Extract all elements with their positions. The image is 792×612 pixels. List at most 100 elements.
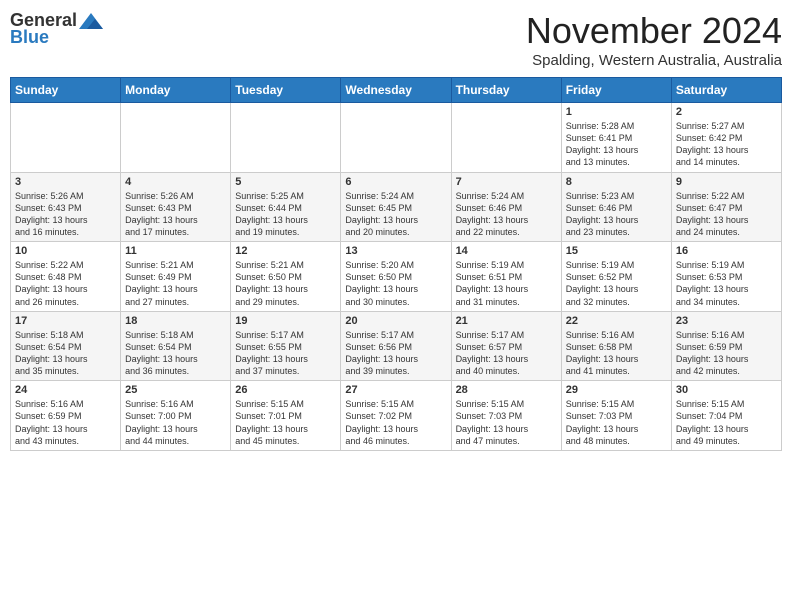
calendar-cell: 27 Sunrise: 5:15 AM Sunset: 7:02 PM Dayli… xyxy=(341,381,451,451)
day-info: Sunrise: 5:26 AM Sunset: 6:43 PM Dayligh… xyxy=(15,190,116,239)
calendar-cell xyxy=(121,103,231,173)
calendar-cell: 28 Sunrise: 5:15 AM Sunset: 7:03 PM Dayli… xyxy=(451,381,561,451)
day-number: 6 xyxy=(345,176,446,188)
day-number: 9 xyxy=(676,176,777,188)
day-number: 5 xyxy=(235,176,336,188)
day-info: Sunrise: 5:16 AM Sunset: 6:59 PM Dayligh… xyxy=(676,329,777,378)
calendar-cell: 6Sunrise: 5:24 AM Sunset: 6:45 PM Daylig… xyxy=(341,172,451,242)
calendar-cell: 17Sunrise: 5:18 AM Sunset: 6:54 PM Dayli… xyxy=(11,311,121,381)
day-number: 2 xyxy=(676,106,777,118)
calendar-cell: 16 Sunrise: 5:19 AM Sunset: 6:53 PM Dayli… xyxy=(671,242,781,312)
calendar-cell: 8 Sunrise: 5:23 AM Sunset: 6:46 PM Daylig… xyxy=(561,172,671,242)
day-info: Sunrise: 5:19 AM Sunset: 6:53 PM Dayligh… xyxy=(676,259,777,308)
calendar-week-row: 17 Sunrise: 5:18 AM Sunset: 6:54 PM Dayli… xyxy=(11,311,782,381)
day-info: Sunrise: 5:15 AM Sunset: 7:02 PM Dayligh… xyxy=(345,398,446,447)
calendar-cell: 2 Sunrise: 5:27 AM Sunset: 6:42 PM Daylig… xyxy=(671,103,781,173)
logo-blue-text: Blue xyxy=(10,27,49,48)
calendar-cell: 29Sunrise: 5:15 AM Sunset: 7:03 PM Dayli… xyxy=(561,381,671,451)
day-number: 11 xyxy=(125,245,226,257)
day-info: Sunrise: 5:15 AM Sunset: 7:01 PM Dayligh… xyxy=(235,398,336,447)
calendar-table: SundayMondayTuesdayWednesdayThursdayFrid… xyxy=(10,77,782,451)
calendar-week-row: 24 Sunrise: 5:16 AM Sunset: 6:59 PM Dayli… xyxy=(11,381,782,451)
calendar-cell: 22 Sunrise: 5:16 AM Sunset: 6:58 PM Dayli… xyxy=(561,311,671,381)
calendar-cell xyxy=(11,103,121,173)
day-info: Sunrise: 5:16 AM Sunset: 7:00 PM Dayligh… xyxy=(125,398,226,447)
day-info: Sunrise: 5:18 AM Sunset: 6:54 PM Dayligh… xyxy=(125,329,226,378)
day-number: 12 xyxy=(235,245,336,257)
calendar-cell: 12 Sunrise: 5:21 AM Sunset: 6:50 PM Dayli… xyxy=(231,242,341,312)
logo: General Blue xyxy=(10,10,103,48)
day-info: Sunrise: 5:17 AM Sunset: 6:57 PM Dayligh… xyxy=(456,329,557,378)
day-info: Sunrise: 5:17 AM Sunset: 6:55 PM Dayligh… xyxy=(235,329,336,378)
day-number: 15 xyxy=(566,245,667,257)
calendar-week-row: 1Sunrise: 5:28 AM Sunset: 6:41 PM Daylig… xyxy=(11,103,782,173)
column-header-tuesday: Tuesday xyxy=(231,78,341,103)
day-number: 3 xyxy=(15,176,116,188)
calendar-cell: 4 Sunrise: 5:26 AM Sunset: 6:43 PM Daylig… xyxy=(121,172,231,242)
day-number: 10 xyxy=(15,245,116,257)
day-number: 14 xyxy=(456,245,557,257)
calendar-cell: 5 Sunrise: 5:25 AM Sunset: 6:44 PM Daylig… xyxy=(231,172,341,242)
page-header: General Blue November 2024 Spalding, Wes… xyxy=(10,10,782,69)
day-info: Sunrise: 5:16 AM Sunset: 6:58 PM Dayligh… xyxy=(566,329,667,378)
day-number: 19 xyxy=(235,315,336,327)
day-number: 17 xyxy=(15,315,116,327)
day-number: 8 xyxy=(566,176,667,188)
calendar-header-row: SundayMondayTuesdayWednesdayThursdayFrid… xyxy=(11,78,782,103)
calendar-cell: 24 Sunrise: 5:16 AM Sunset: 6:59 PM Dayli… xyxy=(11,381,121,451)
day-number: 30 xyxy=(676,384,777,396)
day-number: 20 xyxy=(345,315,446,327)
day-number: 27 xyxy=(345,384,446,396)
day-number: 23 xyxy=(676,315,777,327)
day-number: 7 xyxy=(456,176,557,188)
day-info: Sunrise: 5:15 AM Sunset: 7:04 PM Dayligh… xyxy=(676,398,777,447)
column-header-saturday: Saturday xyxy=(671,78,781,103)
day-info: Sunrise: 5:24 AM Sunset: 6:46 PM Dayligh… xyxy=(456,190,557,239)
day-number: 29 xyxy=(566,384,667,396)
day-info: Sunrise: 5:19 AM Sunset: 6:51 PM Dayligh… xyxy=(456,259,557,308)
day-info: Sunrise: 5:22 AM Sunset: 6:48 PM Dayligh… xyxy=(15,259,116,308)
month-title: November 2024 xyxy=(526,10,782,52)
calendar-cell: 30 Sunrise: 5:15 AM Sunset: 7:04 PM Dayli… xyxy=(671,381,781,451)
calendar-week-row: 3 Sunrise: 5:26 AM Sunset: 6:43 PM Daylig… xyxy=(11,172,782,242)
calendar-cell: 1Sunrise: 5:28 AM Sunset: 6:41 PM Daylig… xyxy=(561,103,671,173)
calendar-cell: 15 Sunrise: 5:19 AM Sunset: 6:52 PM Dayli… xyxy=(561,242,671,312)
calendar-cell: 13Sunrise: 5:20 AM Sunset: 6:50 PM Dayli… xyxy=(341,242,451,312)
calendar-cell: 21Sunrise: 5:17 AM Sunset: 6:57 PM Dayli… xyxy=(451,311,561,381)
column-header-thursday: Thursday xyxy=(451,78,561,103)
day-info: Sunrise: 5:16 AM Sunset: 6:59 PM Dayligh… xyxy=(15,398,116,447)
day-number: 24 xyxy=(15,384,116,396)
day-info: Sunrise: 5:28 AM Sunset: 6:41 PM Dayligh… xyxy=(566,120,667,169)
calendar-cell: 11 Sunrise: 5:21 AM Sunset: 6:49 PM Dayli… xyxy=(121,242,231,312)
day-info: Sunrise: 5:26 AM Sunset: 6:43 PM Dayligh… xyxy=(125,190,226,239)
calendar-cell xyxy=(231,103,341,173)
day-number: 18 xyxy=(125,315,226,327)
column-header-friday: Friday xyxy=(561,78,671,103)
calendar-cell: 23 Sunrise: 5:16 AM Sunset: 6:59 PM Dayli… xyxy=(671,311,781,381)
calendar-cell: 14 Sunrise: 5:19 AM Sunset: 6:51 PM Dayli… xyxy=(451,242,561,312)
calendar-cell: 25Sunrise: 5:16 AM Sunset: 7:00 PM Dayli… xyxy=(121,381,231,451)
calendar-cell xyxy=(451,103,561,173)
day-number: 22 xyxy=(566,315,667,327)
day-number: 28 xyxy=(456,384,557,396)
location-subtitle: Spalding, Western Australia, Australia xyxy=(526,52,782,69)
column-header-sunday: Sunday xyxy=(11,78,121,103)
day-info: Sunrise: 5:21 AM Sunset: 6:49 PM Dayligh… xyxy=(125,259,226,308)
day-info: Sunrise: 5:21 AM Sunset: 6:50 PM Dayligh… xyxy=(235,259,336,308)
column-header-wednesday: Wednesday xyxy=(341,78,451,103)
calendar-cell: 19 Sunrise: 5:17 AM Sunset: 6:55 PM Dayli… xyxy=(231,311,341,381)
day-info: Sunrise: 5:15 AM Sunset: 7:03 PM Dayligh… xyxy=(456,398,557,447)
calendar-cell: 20Sunrise: 5:17 AM Sunset: 6:56 PM Dayli… xyxy=(341,311,451,381)
day-info: Sunrise: 5:23 AM Sunset: 6:46 PM Dayligh… xyxy=(566,190,667,239)
calendar-cell: 9Sunrise: 5:22 AM Sunset: 6:47 PM Daylig… xyxy=(671,172,781,242)
logo-icon xyxy=(79,11,103,31)
day-number: 4 xyxy=(125,176,226,188)
day-info: Sunrise: 5:19 AM Sunset: 6:52 PM Dayligh… xyxy=(566,259,667,308)
day-info: Sunrise: 5:20 AM Sunset: 6:50 PM Dayligh… xyxy=(345,259,446,308)
column-header-monday: Monday xyxy=(121,78,231,103)
day-info: Sunrise: 5:27 AM Sunset: 6:42 PM Dayligh… xyxy=(676,120,777,169)
day-number: 16 xyxy=(676,245,777,257)
calendar-cell: 18 Sunrise: 5:18 AM Sunset: 6:54 PM Dayli… xyxy=(121,311,231,381)
title-block: November 2024 Spalding, Western Australi… xyxy=(526,10,782,69)
day-info: Sunrise: 5:25 AM Sunset: 6:44 PM Dayligh… xyxy=(235,190,336,239)
